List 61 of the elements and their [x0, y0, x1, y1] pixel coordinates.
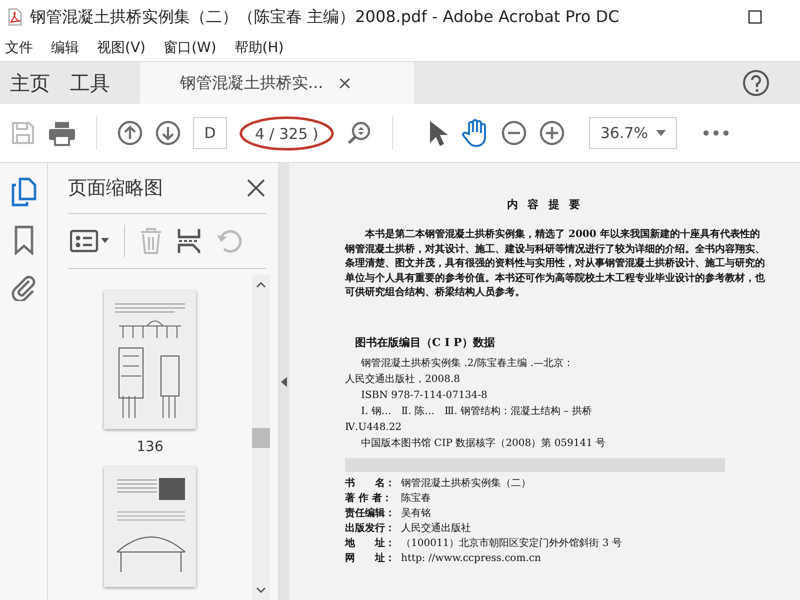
next-page-icon[interactable] — [155, 120, 181, 146]
menu-item[interactable]: 编辑 — [51, 38, 79, 56]
cip-line: Ⅳ.U448.22 — [345, 420, 403, 434]
cip-line: Ⅰ. 钢… Ⅱ. 陈… Ⅲ. 钢管结构：混凝土结构 – 拱桥 — [361, 404, 593, 418]
print-icon[interactable] — [48, 120, 76, 146]
colophon-value: 人民交通出版社 — [401, 522, 471, 536]
zoom-search-icon[interactable] — [346, 120, 372, 146]
page-number-field[interactable]: D — [193, 117, 227, 149]
nav-tab[interactable]: 主页 — [0, 62, 60, 104]
cip-line: ISBN 978-7-114-07134-8 — [361, 388, 488, 402]
pdf-file-icon — [8, 8, 22, 26]
menu-item[interactable]: 文件 — [5, 38, 33, 56]
zoom-out-icon[interactable] — [501, 120, 528, 146]
menu-item[interactable]: 窗口(W) — [164, 38, 216, 56]
colophon-label: 著 作 者： — [345, 492, 393, 506]
colophon-value: 陈宝春 — [401, 492, 431, 506]
page-thumbnail[interactable] — [104, 291, 196, 429]
scrollbar-thumb[interactable] — [252, 428, 270, 448]
close-icon[interactable] — [246, 178, 266, 198]
document-tab[interactable]: 钢管混凝土拱桥实... × — [140, 62, 414, 104]
insert-page-icon[interactable] — [177, 227, 201, 255]
caret-icon — [656, 130, 666, 136]
colophon-label: 责任编辑： — [345, 506, 396, 520]
options-menu-icon[interactable] — [70, 229, 110, 253]
page-thumbnails-icon[interactable] — [10, 177, 36, 207]
window-title: 钢管混凝土拱桥实例集（二）（陈宝春 主编）2008.pdf - Adobe Acrobat Pro DC — [30, 6, 620, 28]
menu-item[interactable]: 视图(V) — [97, 38, 146, 56]
page-count: 4 / 325 ) — [254, 124, 320, 142]
scroll-down-icon[interactable] — [256, 586, 266, 594]
zoom-in-icon[interactable] — [539, 120, 566, 146]
scrollbar[interactable] — [252, 275, 270, 600]
help-icon[interactable] — [742, 69, 770, 97]
zoom-dropdown[interactable]: 36.7% — [589, 117, 678, 149]
page-heading: 内 容 提 要 — [506, 197, 584, 212]
cip-heading: 图书在版编目（C I P）数据 — [355, 334, 496, 350]
nav-tab[interactable]: 工具 — [60, 62, 120, 104]
colophon-value: http: //www.ccpress.com.cn — [401, 552, 541, 566]
colophon-label: 地 址： — [345, 536, 396, 550]
bookmark-icon[interactable] — [12, 225, 34, 255]
abstract-paragraph: 本书是第二本钢管混凝土拱桥实例集，精选了 2000 年以来我国新建的十座具有代表性的钢管混凝土拱桥，对其设计、施工、建设与科研等情况进行了较为详细的介绍。全书内容翔实、条理清楚、图文并茂，具有很强的资料性与实用性，对从事钢管混凝土拱桥设计、施工与研究的单位与个人具有重要的参考价值。本书还可作为高等院校土木工程专业毕业设计的参考教材，也可供研究组合结构、桥梁结构人员参考。 — [345, 228, 765, 300]
maximize-icon[interactable] — [748, 10, 762, 24]
cip-line: 人民交通出版社，2008.8 — [345, 372, 461, 386]
colophon-value: （100011）北京市朝阳区安定门外外馆斜街 3 号 — [401, 536, 622, 550]
colophon-label: 网 址： — [345, 552, 396, 566]
colophon-value: 钢管混凝土拱桥实例集（二） — [401, 476, 531, 490]
more-icon[interactable] — [703, 130, 730, 136]
page-thumbnail[interactable] — [104, 467, 196, 587]
previous-page-icon[interactable] — [117, 120, 143, 146]
colophon-label: 出版发行： — [345, 522, 396, 536]
colophon-value: 吴有铭 — [401, 506, 431, 520]
collapse-arrow-icon[interactable] — [281, 376, 287, 386]
page-number-label: 136 — [136, 439, 164, 455]
tab-close-button[interactable]: × — [337, 72, 352, 94]
pointer-tool-icon[interactable] — [427, 119, 450, 147]
cip-line: 钢管混凝土拱桥实例集 .2/陈宝春主编 .—北京： — [361, 356, 574, 370]
colophon-label: 书 名： — [345, 476, 396, 490]
paperclip-icon[interactable] — [10, 273, 36, 301]
cip-line: 中国版本图书馆 CIP 数据核字（2008）第 059141 号 — [361, 436, 607, 450]
panel-title: 页面缩略图 — [68, 176, 163, 201]
scroll-up-icon[interactable] — [256, 281, 266, 289]
menu-item[interactable]: 帮助(H) — [234, 38, 284, 56]
